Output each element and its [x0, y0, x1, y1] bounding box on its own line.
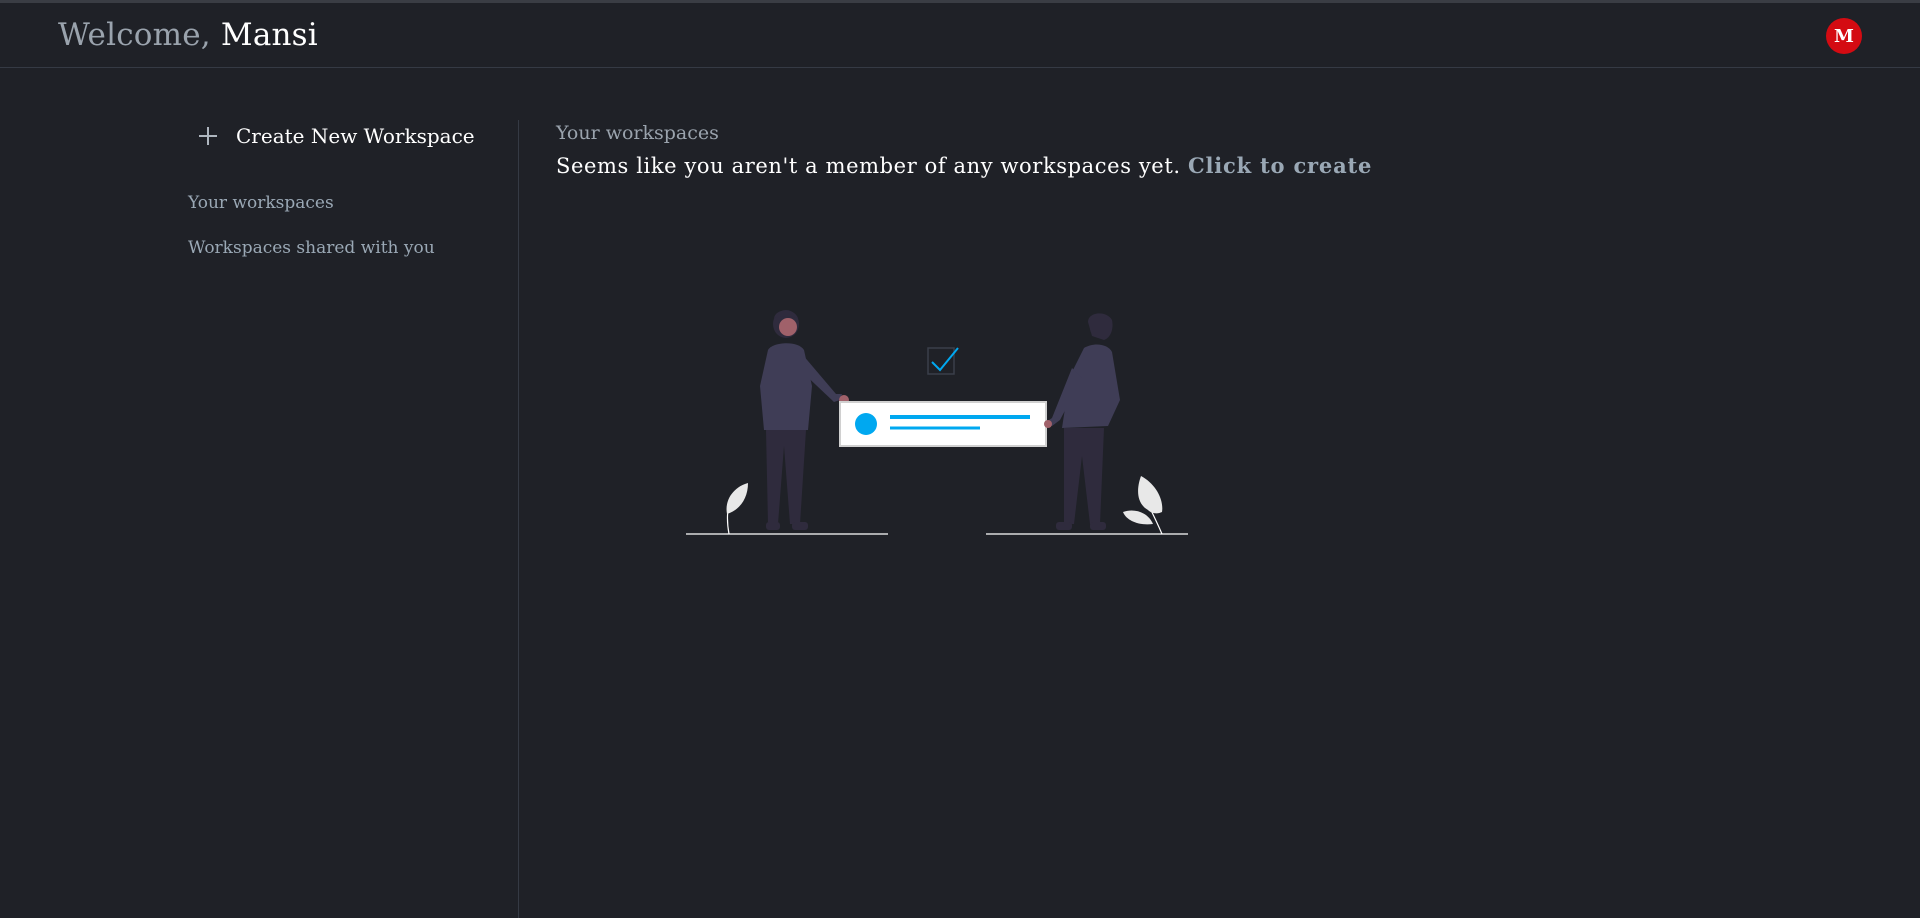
plus-icon	[196, 124, 220, 148]
app-header: Welcome, Mansi M	[0, 3, 1920, 68]
empty-state-text: Seems like you aren't a member of any wo…	[556, 154, 1181, 178]
create-workspace-button[interactable]: Create New Workspace	[196, 124, 475, 148]
left-person-figure	[760, 310, 849, 530]
user-name: Mansi	[220, 17, 318, 53]
left-plant-icon	[726, 483, 748, 535]
right-plant-icon	[1123, 476, 1163, 535]
avatar[interactable]: M	[1826, 18, 1862, 54]
sidebar-divider	[518, 120, 519, 918]
create-workspace-label: Create New Workspace	[236, 124, 475, 148]
click-to-create-link[interactable]: Click to create	[1188, 153, 1372, 178]
sidebar-item-your-workspaces[interactable]: Your workspaces	[188, 193, 334, 213]
welcome-prefix: Welcome,	[58, 17, 211, 53]
empty-workspaces-illustration	[686, 310, 1188, 535]
checkbox-icon	[927, 347, 959, 375]
welcome-heading: Welcome, Mansi	[58, 17, 318, 53]
empty-state-message: Seems like you aren't a member of any wo…	[556, 153, 1372, 178]
right-person-figure	[1044, 313, 1120, 530]
profile-card	[839, 401, 1047, 447]
sidebar-item-shared-workspaces[interactable]: Workspaces shared with you	[188, 238, 435, 258]
section-title: Your workspaces	[556, 122, 719, 144]
